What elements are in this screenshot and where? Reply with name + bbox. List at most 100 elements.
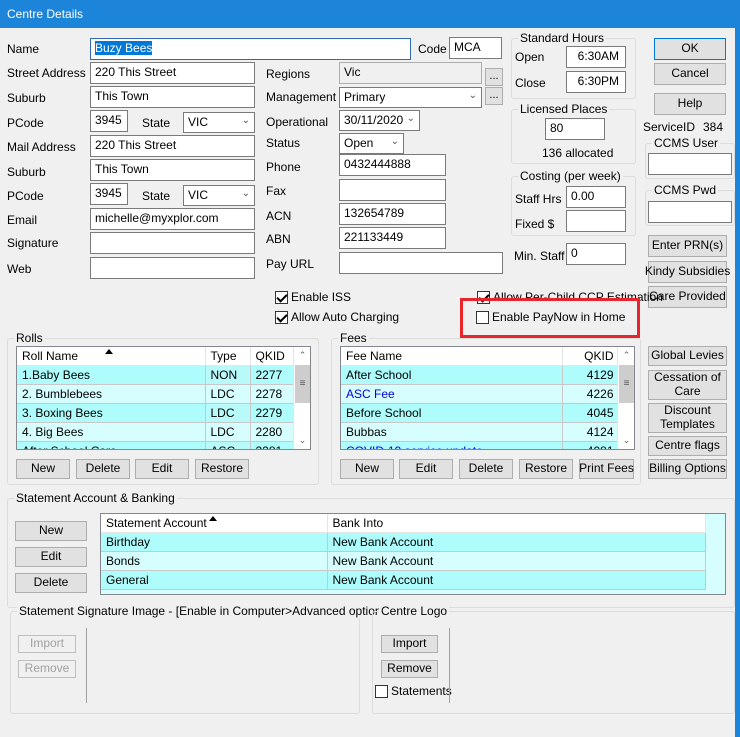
cancel-button[interactable]: Cancel [654,63,726,85]
checkbox-box [476,310,489,324]
rolls-scrollbar[interactable]: ⌃ ≡ ⌄ [293,347,310,449]
code-input[interactable]: MCA [449,37,502,59]
table-row[interactable]: Before School 4045 [341,403,620,423]
enable-paynow-checkbox[interactable]: Enable PayNow in Home [476,310,625,324]
management-select[interactable]: Primary ⌄ [339,87,482,108]
scroll-thumb[interactable]: ≡ [295,365,310,403]
column-header-qkid[interactable]: QKID [562,347,620,366]
fees-new-button[interactable]: New [340,459,394,479]
discount-templates-button[interactable]: Discount Templates [648,403,727,433]
column-header-type[interactable]: Type [205,347,251,366]
mail-address-input[interactable]: 220 This Street [90,135,255,157]
fees-restore-button[interactable]: Restore [519,459,573,479]
suburb-input[interactable]: This Town [90,86,255,108]
ok-button[interactable]: OK [654,38,726,60]
street-address-input[interactable]: 220 This Street [90,62,255,84]
licensed-places-input[interactable]: 80 [545,118,605,140]
regions-input[interactable]: Vic [339,62,482,84]
suburb-label: Suburb [7,91,46,105]
allow-auto-charging-checkbox[interactable]: Allow Auto Charging [275,310,399,324]
operational-date-picker[interactable]: 30/11/2020 ⌄ [339,110,420,131]
phone-input[interactable]: 0432444888 [339,154,446,176]
statement-edit-button[interactable]: Edit [15,547,87,567]
table-row[interactable]: After School 4129 [341,365,620,385]
table-row[interactable]: Bonds New Bank Account [101,551,706,571]
column-header-qkid[interactable]: QKID [250,347,296,366]
scroll-thumb[interactable]: ≡ [619,365,634,403]
pcode-input[interactable]: 3945 [90,110,128,132]
statement-grid[interactable]: Statement Account Bank Into Birthday New … [100,513,726,595]
centre-flags-button[interactable]: Centre flags [648,436,727,456]
fees-edit-button[interactable]: Edit [399,459,453,479]
management-more-button[interactable]: ... [485,87,503,105]
close-time-input[interactable]: 6:30PM [566,71,626,93]
fees-scrollbar[interactable]: ⌃ ≡ ⌄ [617,347,634,449]
table-row[interactable]: General New Bank Account [101,570,706,590]
status-select[interactable]: Open ⌄ [339,133,404,154]
signature-import-button[interactable]: Import [18,635,76,653]
mail-pcode-input[interactable]: 3945 [90,183,128,205]
table-row[interactable]: 2. Bumblebees LDC 2278 [17,384,296,404]
email-input[interactable]: michelle@myxplor.com [90,208,255,230]
billing-options-button[interactable]: Billing Options [648,459,727,479]
scroll-down-icon[interactable]: ⌄ [294,432,310,449]
table-row[interactable]: COVID-19 service update4081 [341,441,620,449]
statement-new-button[interactable]: New [15,521,87,541]
global-levies-button[interactable]: Global Levies [648,346,727,366]
allow-per-child-ccp-checkbox[interactable]: Allow Per-Child CCP Estimation [477,290,663,304]
dialog-client: Name Buzy Bees Code MCA Street Address 2… [0,28,735,737]
column-header-fee-name[interactable]: Fee Name [341,347,563,366]
mail-state-select[interactable]: VIC ⌄ [183,185,255,206]
signature-input[interactable] [90,232,255,254]
statement-delete-button[interactable]: Delete [15,573,87,593]
table-row[interactable]: After School CareASC2281 [17,441,296,449]
logo-import-button[interactable]: Import [381,635,438,653]
table-row[interactable]: 4. Big Bees LDC 2280 [17,422,296,442]
scroll-up-icon[interactable]: ⌃ [294,347,310,364]
table-row[interactable]: Bubbas 4124 [341,422,620,442]
rolls-restore-button[interactable]: Restore [195,459,249,479]
web-input[interactable] [90,257,255,279]
enable-iss-checkbox[interactable]: Enable ISS [275,290,351,304]
ccms-pwd-input[interactable] [648,201,732,223]
fees-grid[interactable]: Fee Name QKID After School 4129 ASC Fee 42… [340,346,635,450]
acn-input[interactable]: 132654789 [339,203,446,225]
table-row[interactable]: ASC Fee 4226 [341,384,620,404]
pay-url-input[interactable] [339,252,503,274]
help-button[interactable]: Help [654,93,726,115]
enter-prn-button[interactable]: Enter PRN(s) [648,235,727,257]
abn-input[interactable]: 221133449 [339,227,446,249]
mail-suburb-input[interactable]: This Town [90,159,255,181]
kindy-subsidies-button[interactable]: Kindy Subsidies [645,261,730,283]
rolls-new-button[interactable]: New [16,459,70,479]
statements-checkbox[interactable]: Statements [375,684,452,698]
cessation-of-care-button[interactable]: Cessation of Care [648,370,727,400]
fixed-input[interactable] [566,210,626,232]
staff-hrs-input[interactable]: 0.00 [566,186,626,208]
fax-input[interactable] [339,179,446,201]
signature-remove-button[interactable]: Remove [18,660,76,678]
rolls-grid[interactable]: Roll Name Type QKID 1.Baby Bees NON 2277 2… [16,346,311,450]
table-row[interactable]: 3. Boxing Bees LDC 2279 [17,403,296,423]
logo-remove-button[interactable]: Remove [381,660,438,678]
scroll-down-icon[interactable]: ⌄ [618,432,634,449]
rolls-edit-button[interactable]: Edit [135,459,189,479]
name-input[interactable]: Buzy Bees [90,38,411,60]
state-select[interactable]: VIC ⌄ [183,112,255,133]
rolls-title: Rolls [14,331,45,345]
column-header-statement-account[interactable]: Statement Account [101,514,328,533]
column-header-bank-into[interactable]: Bank Into [327,514,706,533]
ccms-user-input[interactable] [648,153,732,175]
min-staff-input[interactable]: 0 [566,243,626,265]
print-fees-button[interactable]: Print Fees [579,459,634,479]
staff-hrs-label: Staff Hrs [515,192,562,206]
table-row[interactable]: 1.Baby Bees NON 2277 [17,365,296,385]
open-time-input[interactable]: 6:30AM [566,46,626,68]
fees-delete-button[interactable]: Delete [459,459,513,479]
fee-qkid-cell: 4045 [562,403,620,423]
regions-more-button[interactable]: ... [485,68,503,86]
scroll-up-icon[interactable]: ⌃ [618,347,634,364]
rolls-delete-button[interactable]: Delete [76,459,130,479]
table-row[interactable]: Birthday New Bank Account [101,532,706,552]
column-header-roll-name[interactable]: Roll Name [17,347,206,366]
